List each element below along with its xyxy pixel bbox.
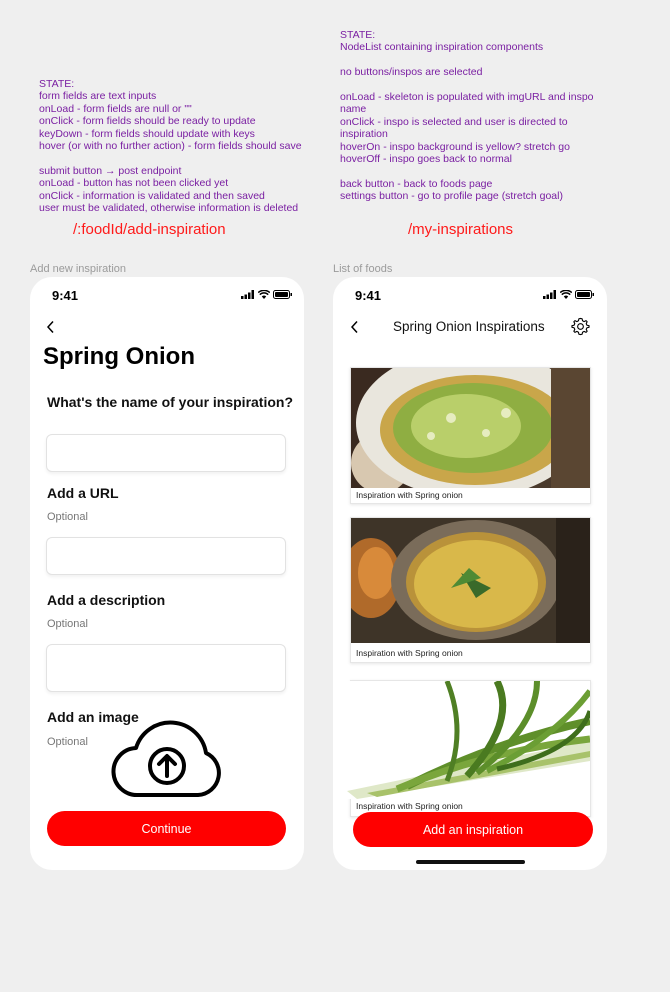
name-input[interactable]	[46, 434, 286, 472]
page-title: Spring Onion	[43, 343, 195, 370]
signal-icon	[543, 290, 556, 299]
image-optional: Optional	[47, 736, 88, 748]
inspiration-image	[347, 681, 590, 799]
inspiration-image	[351, 368, 590, 488]
wifi-icon	[258, 290, 270, 299]
description-label: Add a description	[47, 592, 166, 608]
status-icons	[241, 290, 293, 299]
add-inspiration-screen: 9:41 Spring Onion What's the name of you…	[30, 277, 304, 870]
state-notes-add: STATE: form fields are text inputs onLoa…	[39, 78, 302, 215]
url-input[interactable]	[46, 537, 286, 575]
inspiration-caption: Inspiration with Spring onion	[356, 801, 463, 811]
state-notes-list: STATE: NodeList containing inspiration c…	[340, 29, 594, 203]
back-icon[interactable]	[46, 320, 56, 334]
url-optional: Optional	[47, 511, 88, 523]
status-time: 9:41	[52, 288, 79, 303]
inspiration-caption: Inspiration with Spring onion	[356, 490, 463, 500]
cloud-upload-icon[interactable]	[110, 718, 224, 798]
inspiration-card[interactable]: Inspiration with Spring onion	[350, 367, 591, 504]
inspiration-card[interactable]: Inspiration with Spring onion	[347, 680, 591, 817]
description-optional: Optional	[47, 618, 88, 630]
route-my-inspirations: /my-inspirations	[408, 221, 514, 238]
page-title: Spring Onion Inspirations	[393, 319, 545, 334]
route-add-inspiration: /:foodId/add-inspiration	[73, 221, 226, 238]
description-input[interactable]	[46, 644, 286, 692]
gear-icon[interactable]	[571, 317, 590, 336]
signal-icon	[241, 290, 254, 299]
continue-button[interactable]: Continue	[47, 811, 286, 846]
wifi-icon	[560, 290, 572, 299]
inspiration-caption: Inspiration with Spring onion	[356, 648, 463, 658]
frame-label-list: List of foods	[333, 263, 393, 275]
home-indicator	[416, 860, 525, 864]
frame-label-add: Add new inspiration	[30, 263, 127, 275]
status-time: 9:41	[355, 288, 382, 303]
url-label: Add a URL	[47, 485, 119, 501]
inspiration-card[interactable]: Inspiration with Spring onion	[350, 517, 591, 663]
name-question: What's the name of your inspiration?	[47, 394, 294, 410]
inspiration-list-screen: 9:41 Spring Onion Inspirations Inspirati…	[333, 277, 607, 870]
battery-icon	[273, 290, 292, 299]
back-icon[interactable]	[350, 320, 360, 334]
battery-icon	[575, 290, 594, 299]
status-icons	[543, 290, 595, 299]
inspiration-image	[351, 518, 590, 643]
add-inspiration-button[interactable]: Add an inspiration	[353, 812, 593, 847]
